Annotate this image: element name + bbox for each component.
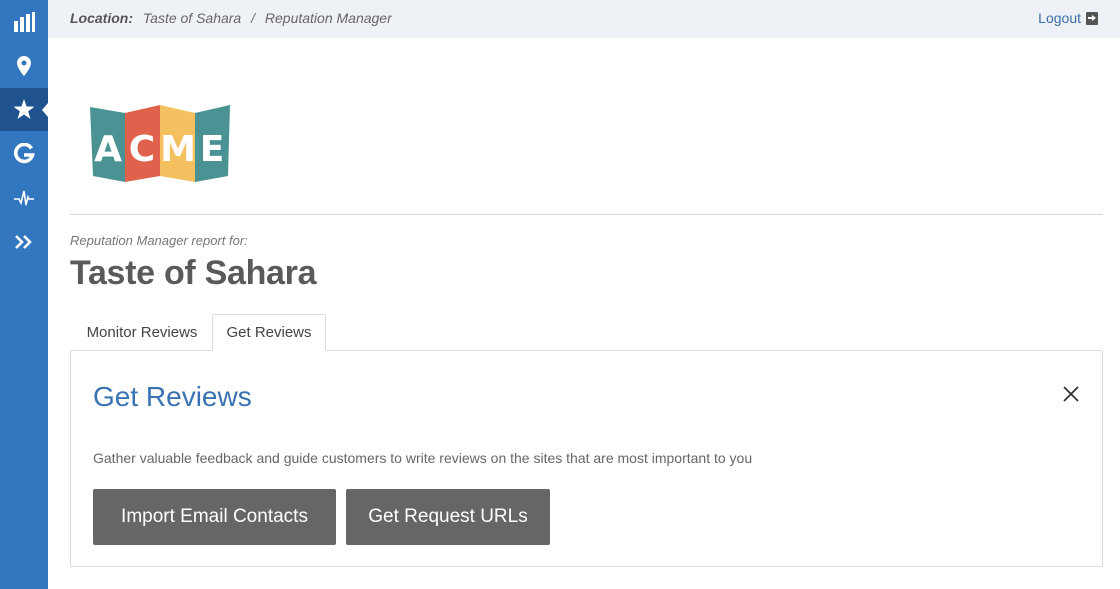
sidebar-item-google[interactable] (0, 132, 48, 175)
get-reviews-panel: Get Reviews Gather valuable feedback and… (70, 350, 1103, 567)
breadcrumb-item-page: Reputation Manager (264, 10, 392, 26)
panel-description: Gather valuable feedback and guide custo… (93, 450, 753, 466)
logout-label: Logout (1038, 10, 1081, 26)
panel-title: Get Reviews (93, 381, 252, 412)
map-pin-icon (17, 55, 31, 76)
sidebar (0, 0, 48, 589)
sidebar-item-reputation[interactable] (0, 88, 48, 131)
logo-letter-a: A (94, 129, 122, 170)
logo-letter-e: E (200, 129, 225, 170)
acme-logo: A C M E (90, 105, 230, 182)
import-email-contacts-button[interactable]: Import Email Contacts (93, 489, 336, 545)
pulse-icon (14, 190, 34, 205)
get-request-urls-button[interactable]: Get Request URLs (346, 489, 550, 545)
divider (70, 214, 1103, 215)
double-chevron-right-icon (15, 234, 32, 249)
logo-letter-c: C (129, 129, 155, 170)
logout-icon (1086, 11, 1098, 25)
sidebar-item-locations[interactable] (0, 44, 48, 87)
top-bar: Location: Taste of Sahara / Reputation M… (48, 0, 1120, 38)
tab-monitor-reviews[interactable]: Monitor Reviews (72, 314, 212, 351)
google-g-icon (14, 142, 35, 163)
breadcrumb-item-location[interactable]: Taste of Sahara (143, 10, 241, 26)
bar-chart-icon (14, 11, 35, 32)
tab-get-reviews[interactable]: Get Reviews (212, 314, 326, 351)
breadcrumb-separator: / (251, 10, 255, 26)
location-label: Location: (70, 10, 133, 26)
report-subtitle: Reputation Manager report for: (70, 233, 248, 248)
sidebar-item-activity[interactable] (0, 176, 48, 219)
sidebar-item-expand[interactable] (0, 220, 48, 263)
logo-letter-m: M (160, 129, 196, 170)
breadcrumb: Location: Taste of Sahara / Reputation M… (70, 10, 392, 26)
logout-link[interactable]: Logout (1038, 10, 1098, 26)
page-title: Taste of Sahara (70, 254, 317, 292)
star-icon (13, 99, 35, 119)
sidebar-item-reports[interactable] (0, 0, 48, 43)
close-icon[interactable] (1062, 385, 1080, 403)
